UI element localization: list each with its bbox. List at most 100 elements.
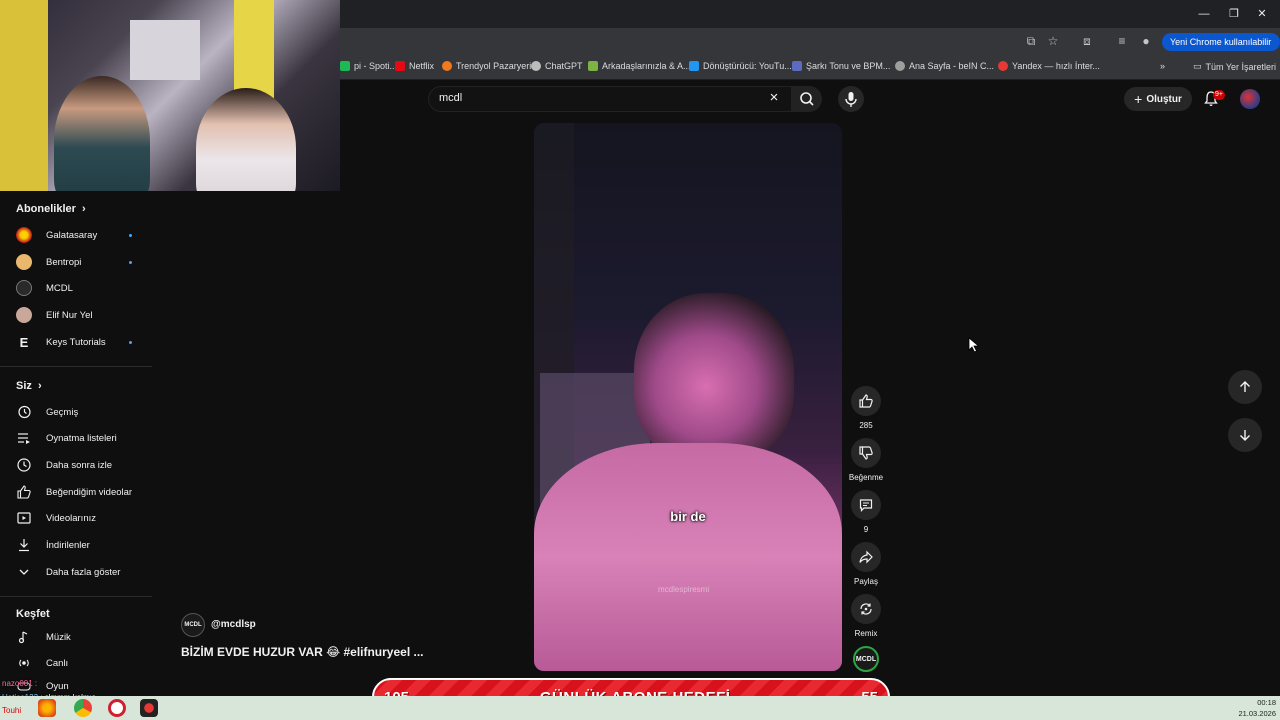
bookmark-favicon-icon xyxy=(442,61,452,71)
search-button[interactable] xyxy=(792,86,822,112)
live-icon xyxy=(19,659,29,667)
sidebar-item-watch-later[interactable]: Daha sonra izle xyxy=(16,455,140,475)
bookmark-item[interactable]: pi - Spoti... xyxy=(340,61,397,71)
chevron-right-icon: › xyxy=(37,380,42,392)
profile-icon[interactable]: ● xyxy=(1139,34,1153,48)
like-button[interactable] xyxy=(851,386,881,416)
bookmark-label: Şarkı Tonu ve BPM... xyxy=(806,61,891,71)
remix-button[interactable] xyxy=(851,594,881,624)
create-button[interactable]: + Oluştur xyxy=(1124,87,1192,111)
plus-icon: + xyxy=(1134,91,1143,107)
clock-time: 00:18 xyxy=(1257,698,1276,707)
bookmark-item[interactable]: ChatGPT xyxy=(531,61,583,71)
opera-taskbar-icon[interactable] xyxy=(108,699,126,717)
new-content-dot xyxy=(129,341,132,344)
bookmark-star-icon[interactable]: ☆ xyxy=(1046,34,1060,48)
bookmark-item[interactable]: Trendyol Pazaryeri xyxy=(442,61,531,71)
bookmark-item[interactable]: Yandex — hızlı İnter... xyxy=(998,61,1100,71)
explore-heading: Keşfet xyxy=(16,608,50,620)
next-short-button[interactable] xyxy=(1228,418,1262,452)
install-app-icon[interactable]: ⧉ xyxy=(1024,34,1038,48)
shorts-video-player[interactable]: bir de mcdlespiresmi xyxy=(534,123,842,671)
sidebar-item-label: Galatasaray xyxy=(46,229,98,241)
wall-art xyxy=(130,20,200,80)
sidebar-item-label: Müzik xyxy=(46,631,71,643)
like-count: 285 xyxy=(859,421,873,430)
history-icon xyxy=(18,405,31,419)
new-chrome-available-button[interactable]: Yeni Chrome kullanılabilir ⋮ xyxy=(1162,33,1280,65)
media-control-icon[interactable]: ≡ xyxy=(1115,34,1129,48)
sidebar-item-label: Oyun xyxy=(46,680,69,692)
sidebar-item-your-videos[interactable]: Videolarınız xyxy=(16,508,140,528)
channel-avatar xyxy=(16,227,32,243)
more-bookmarks-icon[interactable]: » xyxy=(1160,61,1165,71)
sidebar-item-live[interactable]: Canlı xyxy=(16,653,140,673)
sidebar-item-show-more[interactable]: Daha fazla göster xyxy=(16,562,140,582)
sidebar-item-label: Canlı xyxy=(46,657,69,669)
bookmark-favicon-icon xyxy=(340,61,350,71)
bookmark-favicon-icon xyxy=(588,61,598,71)
bookmark-item[interactable]: Şarkı Tonu ve BPM... xyxy=(792,61,890,71)
video-caption: bir de xyxy=(670,509,706,524)
search-input[interactable] xyxy=(428,86,792,112)
explore-heading-label: Keşfet xyxy=(16,608,50,620)
sidebar-item-liked-videos[interactable]: Beğendiğim videolar xyxy=(16,482,140,502)
comments-button[interactable] xyxy=(851,490,881,520)
sidebar-item-music[interactable]: Müzik xyxy=(16,627,140,647)
chevron-down-icon xyxy=(19,569,29,575)
sidebar-item-label: Videolarınız xyxy=(46,512,96,524)
close-window-icon[interactable]: ✕ xyxy=(1252,5,1272,23)
sidebar-item-elif-nur-yel[interactable]: Elif Nur Yel xyxy=(16,305,140,325)
subscriptions-heading-label: Abonelikler xyxy=(16,203,76,215)
sidebar-item-downloads[interactable]: İndirilenler xyxy=(16,535,140,555)
channel-badge-text: MCDL xyxy=(855,655,877,663)
sidebar-item-label: Bentropi xyxy=(46,256,82,268)
sidebar-item-label: Geçmiş xyxy=(46,406,79,418)
bookmark-item[interactable]: Netflix xyxy=(395,61,434,71)
channel-avatar[interactable]: MCDL xyxy=(181,613,205,637)
bookmark-label: Arkadaşlarınızla & A... xyxy=(602,61,691,71)
create-label: Oluştur xyxy=(1146,93,1182,105)
channel-handle[interactable]: @mcdlsp xyxy=(211,619,256,630)
minimize-icon[interactable]: — xyxy=(1194,5,1214,23)
previous-short-button[interactable] xyxy=(1228,370,1262,404)
thumb-up-icon xyxy=(17,485,31,499)
bookmark-item[interactable]: Ana Sayfa - beIN C... xyxy=(895,61,994,71)
mouse-cursor-icon xyxy=(968,337,980,353)
sidebar-item-bentropi[interactable]: Bentropi xyxy=(16,252,140,272)
sidebar-divider xyxy=(0,366,152,367)
all-bookmarks-folder[interactable]: ▭ Tüm Yer İşaretleri xyxy=(1193,61,1276,72)
bookmark-favicon-icon xyxy=(895,61,905,71)
remix-icon xyxy=(860,603,872,615)
you-heading[interactable]: Siz › xyxy=(16,380,42,392)
chat-message: nazo001 : xyxy=(2,679,37,688)
voice-search-button[interactable] xyxy=(838,86,864,112)
bookmark-item[interactable]: Dönüştürücü: YouTu... xyxy=(689,61,792,71)
search-icon xyxy=(800,92,814,106)
share-button[interactable] xyxy=(851,542,881,572)
download-icon xyxy=(19,539,29,552)
sidebar-item-playlists[interactable]: Oynatma listeleri xyxy=(16,428,140,448)
sidebar-item-keys-tutorials[interactable]: E Keys Tutorials xyxy=(16,332,140,352)
sidebar-item-label: Elif Nur Yel xyxy=(46,309,93,321)
thumb-down-icon xyxy=(859,446,873,460)
sidebar-item-label: Oynatma listeleri xyxy=(46,432,117,444)
app-taskbar-icon[interactable] xyxy=(38,699,56,717)
bookmark-label: Ana Sayfa - beIN C... xyxy=(909,61,995,71)
short-title[interactable]: BİZİM EVDE HUZUR VAR 😂 #elifnuryeel ... xyxy=(181,645,424,659)
sidebar-item-mcdl[interactable]: MCDL xyxy=(16,278,140,298)
sidebar-item-galatasaray[interactable]: Galatasaray xyxy=(16,225,140,245)
sidebar-item-history[interactable]: Geçmiş xyxy=(16,402,140,422)
restore-icon[interactable]: ❐ xyxy=(1224,5,1244,23)
sidebar-item-label: Daha fazla göster xyxy=(46,566,121,578)
bookmark-item[interactable]: Arkadaşlarınızla & A... xyxy=(588,61,691,71)
account-avatar[interactable] xyxy=(1240,89,1260,109)
dislike-button[interactable] xyxy=(851,438,881,468)
obs-taskbar-icon[interactable] xyxy=(140,699,158,717)
channel-thumbnail[interactable]: MCDL xyxy=(853,646,879,672)
subscriptions-heading[interactable]: Abonelikler › xyxy=(16,203,86,215)
clear-search-icon[interactable]: × xyxy=(766,90,782,106)
chrome-taskbar-icon[interactable] xyxy=(74,699,92,717)
extensions-icon[interactable]: ⧈ xyxy=(1080,34,1094,48)
sidebar-item-label: Beğendiğim videolar xyxy=(46,486,133,498)
